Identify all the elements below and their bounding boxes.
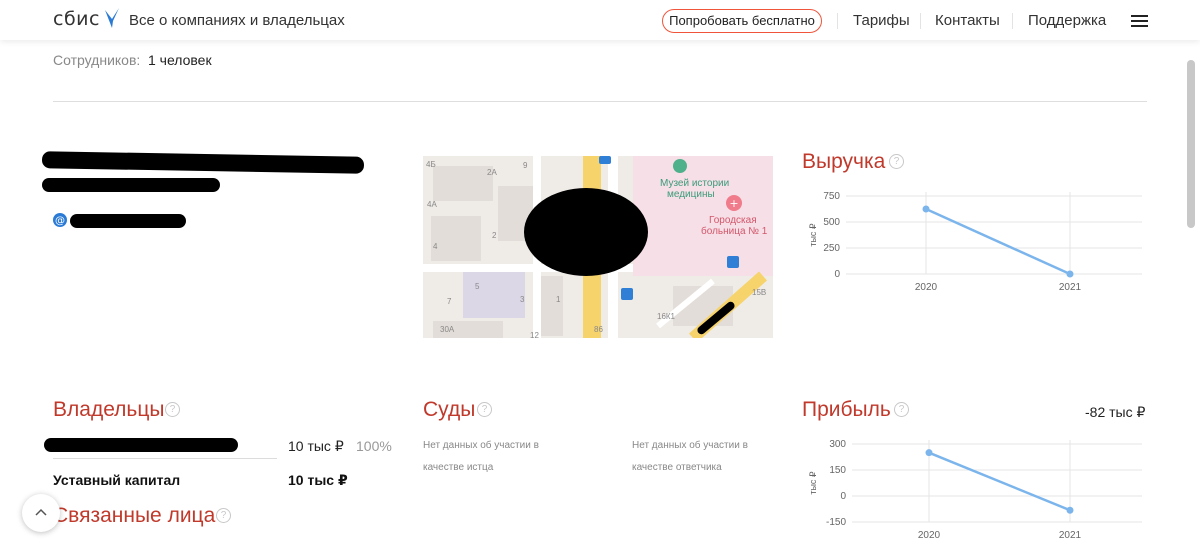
courts-defendant-text-2: качестве ответчика: [632, 462, 722, 473]
nav-contacts[interactable]: Контакты: [935, 12, 1000, 29]
chart-y-tick-label: 500: [823, 217, 840, 228]
email-icon: @: [53, 213, 67, 227]
courts-plaintiff-text: Нет данных об участии в: [423, 440, 539, 451]
company-map[interactable]: + Музей истории медицины Городская больн…: [423, 156, 773, 338]
map-house-number: 2: [492, 231, 497, 240]
map-house-number: 4: [433, 242, 438, 251]
try-free-button[interactable]: Попробовать бесплатно: [662, 9, 822, 33]
tagline: Все о компаниях и владельцах: [129, 12, 345, 29]
chevron-up-icon: [35, 508, 47, 516]
chart-series-line: [928, 451, 1071, 512]
chart-series-line: [925, 207, 1071, 276]
chart-x-tick-label: 2020: [918, 530, 941, 541]
courts-title: Суды: [423, 398, 476, 421]
owner-percent: 100%: [356, 438, 392, 454]
nav-tariffs[interactable]: Тарифы: [853, 12, 910, 29]
chart-y-tick-label: 0: [834, 269, 840, 280]
chart-y-tick-label: 300: [829, 439, 846, 450]
section-divider: [53, 101, 1147, 102]
profit-title: Прибыль: [802, 398, 891, 421]
capital-value: 10 тыс ₽: [288, 472, 348, 488]
chart-y-axis-label: тыс ₽: [808, 223, 818, 247]
map-house-number: 7: [447, 297, 452, 306]
redacted-address-line: [42, 178, 220, 192]
chart-y-tick-label: 250: [823, 243, 840, 254]
svg-text:+: +: [729, 197, 738, 210]
map-label-museum-2: медицины: [667, 189, 715, 200]
chart-data-point: [922, 205, 930, 213]
map-label-hospital: Городская: [709, 215, 757, 226]
nav-divider: [1012, 13, 1013, 29]
capital-label: Уставный капитал: [53, 472, 181, 488]
map-house-number: 4А: [427, 200, 437, 209]
nav-divider: [837, 13, 838, 29]
profit-value: -82 тыс ₽: [1085, 404, 1146, 420]
logo-mark-icon: [105, 8, 119, 28]
chart-data-point: [1066, 506, 1074, 514]
map-house-number: 1: [556, 295, 561, 304]
chart-data-point: [925, 449, 933, 457]
chart-y-axis-label: тыс ₽: [808, 471, 818, 495]
help-icon[interactable]: ?: [477, 402, 492, 417]
map-label-hospital-2: больница № 1: [701, 225, 768, 237]
map-house-number: 86: [594, 325, 603, 334]
chart-data-point: [1066, 270, 1074, 278]
chart-x-tick-label: 2020: [915, 282, 938, 293]
revenue-title: Выручка: [802, 150, 886, 173]
related-title: Связанные лица: [53, 504, 216, 527]
svg-text:@: @: [55, 216, 65, 227]
help-icon[interactable]: ?: [216, 508, 231, 523]
map-house-number: 2А: [487, 168, 497, 177]
map-house-number: 16К1: [657, 312, 676, 321]
employees-label: Сотрудников:: [53, 52, 141, 68]
chart-x-tick-label: 2021: [1059, 282, 1082, 293]
owners-title: Владельцы: [53, 398, 165, 421]
redacted-email: [70, 214, 186, 228]
courts-plaintiff-text-2: качестве истца: [423, 462, 494, 473]
map-label-museum: Музей истории: [660, 178, 729, 189]
top-header: сбис Все о компаниях и владельцах Попроб…: [0, 0, 1200, 40]
owners-divider: [53, 458, 277, 459]
map-house-number: 5: [475, 282, 480, 291]
redacted-owner-name: [44, 438, 238, 452]
nav-divider: [920, 13, 921, 29]
chart-x-tick-label: 2021: [1059, 530, 1082, 541]
owner-share: 10 тыс ₽: [288, 438, 344, 454]
scroll-to-top-button[interactable]: [22, 494, 60, 532]
help-icon[interactable]: ?: [165, 402, 180, 417]
employees-value: 1 человек: [148, 52, 212, 68]
chart-y-tick-label: 750: [823, 191, 840, 202]
map-house-number: 12: [530, 331, 539, 338]
redacted-address: [41, 151, 365, 174]
profit-chart: -150 0 150 300 2020 2021 тыс ₽: [808, 439, 1142, 541]
revenue-chart: 0 250 500 750 2020 2021 тыс ₽: [808, 191, 1142, 293]
map-house-number: 30А: [440, 325, 455, 334]
chart-y-tick-label: 150: [829, 465, 846, 476]
map-house-number: 4Б: [426, 160, 436, 169]
hamburger-menu-icon[interactable]: [1131, 15, 1148, 28]
map-house-number: 9: [523, 161, 528, 170]
chart-y-tick-label: 0: [840, 491, 846, 502]
help-icon[interactable]: ?: [894, 402, 909, 417]
redacted-map-marker: [524, 188, 648, 276]
map-house-number: 15В: [752, 288, 766, 297]
nav-support[interactable]: Поддержка: [1028, 12, 1106, 29]
courts-defendant-text: Нет данных об участии в: [632, 440, 748, 451]
page-scrollbar[interactable]: [1187, 60, 1195, 228]
logo[interactable]: сбис: [53, 8, 100, 30]
chart-y-tick-label: -150: [826, 517, 846, 528]
map-house-number: 3: [520, 295, 525, 304]
help-icon[interactable]: ?: [889, 154, 904, 169]
